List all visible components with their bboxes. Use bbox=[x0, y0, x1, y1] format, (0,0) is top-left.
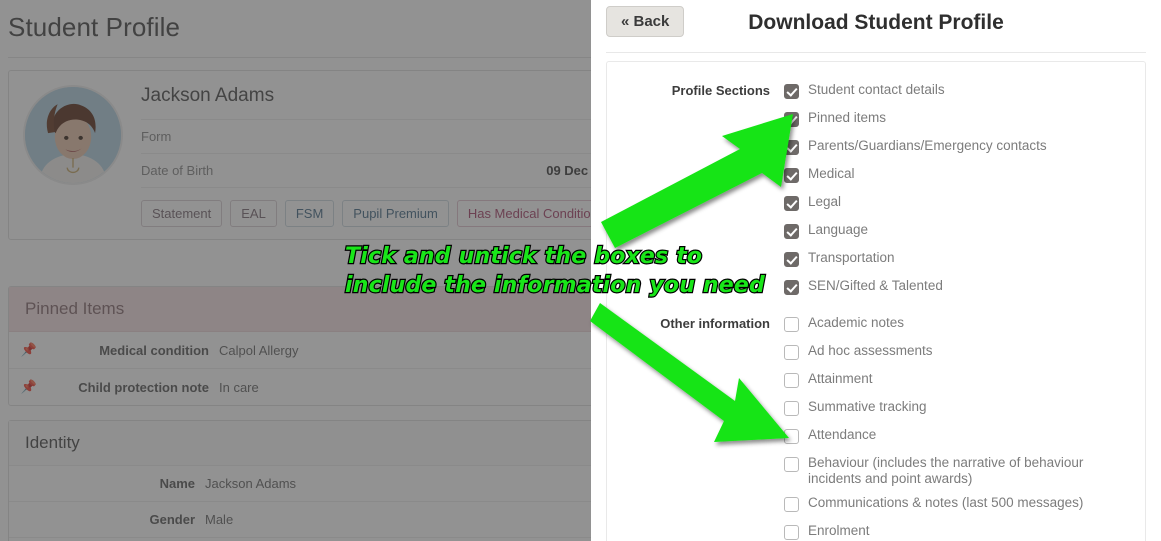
checkbox-pinned-items[interactable]: Pinned items bbox=[784, 106, 1145, 134]
checkbox-unchecked-icon[interactable] bbox=[784, 457, 799, 472]
annotation-callout-text: Tick and untick the boxes to include the… bbox=[344, 242, 815, 300]
checkbox-checked-icon[interactable] bbox=[784, 196, 799, 211]
checkbox-attendance[interactable]: Attendance bbox=[784, 423, 1145, 451]
checkbox-unchecked-icon[interactable] bbox=[784, 345, 799, 360]
annotation-line-1: Tick and untick the boxes to bbox=[344, 243, 703, 270]
checkbox-summative-tracking[interactable]: Summative tracking bbox=[784, 395, 1145, 423]
back-button[interactable]: « Back bbox=[606, 6, 685, 37]
checkbox-medical[interactable]: Medical bbox=[784, 162, 1145, 190]
checkbox-list: Academic notes Ad hoc assessments Attain… bbox=[784, 311, 1145, 541]
checkbox-legal[interactable]: Legal bbox=[784, 190, 1145, 218]
checkbox-sen-gifted-talented[interactable]: SEN/Gifted & Talented bbox=[784, 274, 1145, 302]
checkbox-enrolment[interactable]: Enrolment bbox=[784, 519, 1145, 541]
checkbox-checked-icon[interactable] bbox=[784, 84, 799, 99]
checkbox-label: Student contact details bbox=[808, 82, 945, 97]
group-label: Other information bbox=[660, 316, 770, 331]
checkbox-label: Ad hoc assessments bbox=[808, 343, 933, 358]
checkbox-list: Student contact details Pinned items Par… bbox=[784, 78, 1145, 302]
checkbox-checked-icon[interactable] bbox=[784, 140, 799, 155]
group-other-information: Other information Academic notes Ad hoc … bbox=[607, 311, 1145, 541]
checkbox-label: Pinned items bbox=[808, 110, 887, 125]
annotation-line-2: include the information you need bbox=[344, 272, 766, 299]
checkbox-unchecked-icon[interactable] bbox=[784, 525, 799, 540]
checkbox-attainment[interactable]: Attainment bbox=[784, 367, 1145, 395]
checkbox-label: Legal bbox=[808, 194, 842, 209]
checkbox-transportation[interactable]: Transportation bbox=[784, 246, 1145, 274]
checkbox-unchecked-icon[interactable] bbox=[784, 497, 799, 512]
checkbox-checked-icon[interactable] bbox=[784, 224, 799, 239]
checkbox-language[interactable]: Language bbox=[784, 218, 1145, 246]
checkbox-label: Attendance bbox=[808, 427, 877, 442]
checkbox-parents-guardians-emergency-contacts[interactable]: Parents/Guardians/Emergency contacts bbox=[784, 134, 1145, 162]
modal-header: « Back Download Student Profile bbox=[591, 0, 1161, 52]
checkbox-student-contact-details[interactable]: Student contact details bbox=[784, 78, 1145, 106]
checkbox-unchecked-icon[interactable] bbox=[784, 429, 799, 444]
checkbox-unchecked-icon[interactable] bbox=[784, 373, 799, 388]
checkbox-label: Communications & notes (last 500 message… bbox=[808, 495, 1084, 510]
checkbox-label: Medical bbox=[808, 166, 855, 181]
modal-header-divider bbox=[606, 52, 1146, 53]
group-label: Profile Sections bbox=[671, 83, 770, 98]
checkbox-unchecked-icon[interactable] bbox=[784, 317, 799, 332]
checkbox-checked-icon[interactable] bbox=[784, 112, 799, 127]
checkbox-ad-hoc-assessments[interactable]: Ad hoc assessments bbox=[784, 339, 1145, 367]
checkbox-label: Summative tracking bbox=[808, 399, 927, 414]
screen: Student Profile bbox=[0, 0, 1161, 541]
checkbox-label: Behaviour (includes the narrative of beh… bbox=[808, 455, 1084, 486]
checkbox-communications-notes[interactable]: Communications & notes (last 500 message… bbox=[784, 491, 1145, 519]
checkbox-label: Language bbox=[808, 222, 869, 237]
checkbox-label: Parents/Guardians/Emergency contacts bbox=[808, 138, 1047, 153]
modal-body-card: Profile Sections Student contact details… bbox=[606, 61, 1146, 541]
checkbox-label: Transportation bbox=[808, 250, 895, 265]
checkbox-unchecked-icon[interactable] bbox=[784, 401, 799, 416]
checkbox-label: Attainment bbox=[808, 371, 873, 386]
checkbox-checked-icon[interactable] bbox=[784, 168, 799, 183]
checkbox-label: Enrolment bbox=[808, 523, 870, 538]
checkbox-label: SEN/Gifted & Talented bbox=[808, 278, 943, 293]
checkbox-behaviour[interactable]: Behaviour (includes the narrative of beh… bbox=[784, 451, 1145, 491]
checkbox-academic-notes[interactable]: Academic notes bbox=[784, 311, 1145, 339]
checkbox-label: Academic notes bbox=[808, 315, 905, 330]
